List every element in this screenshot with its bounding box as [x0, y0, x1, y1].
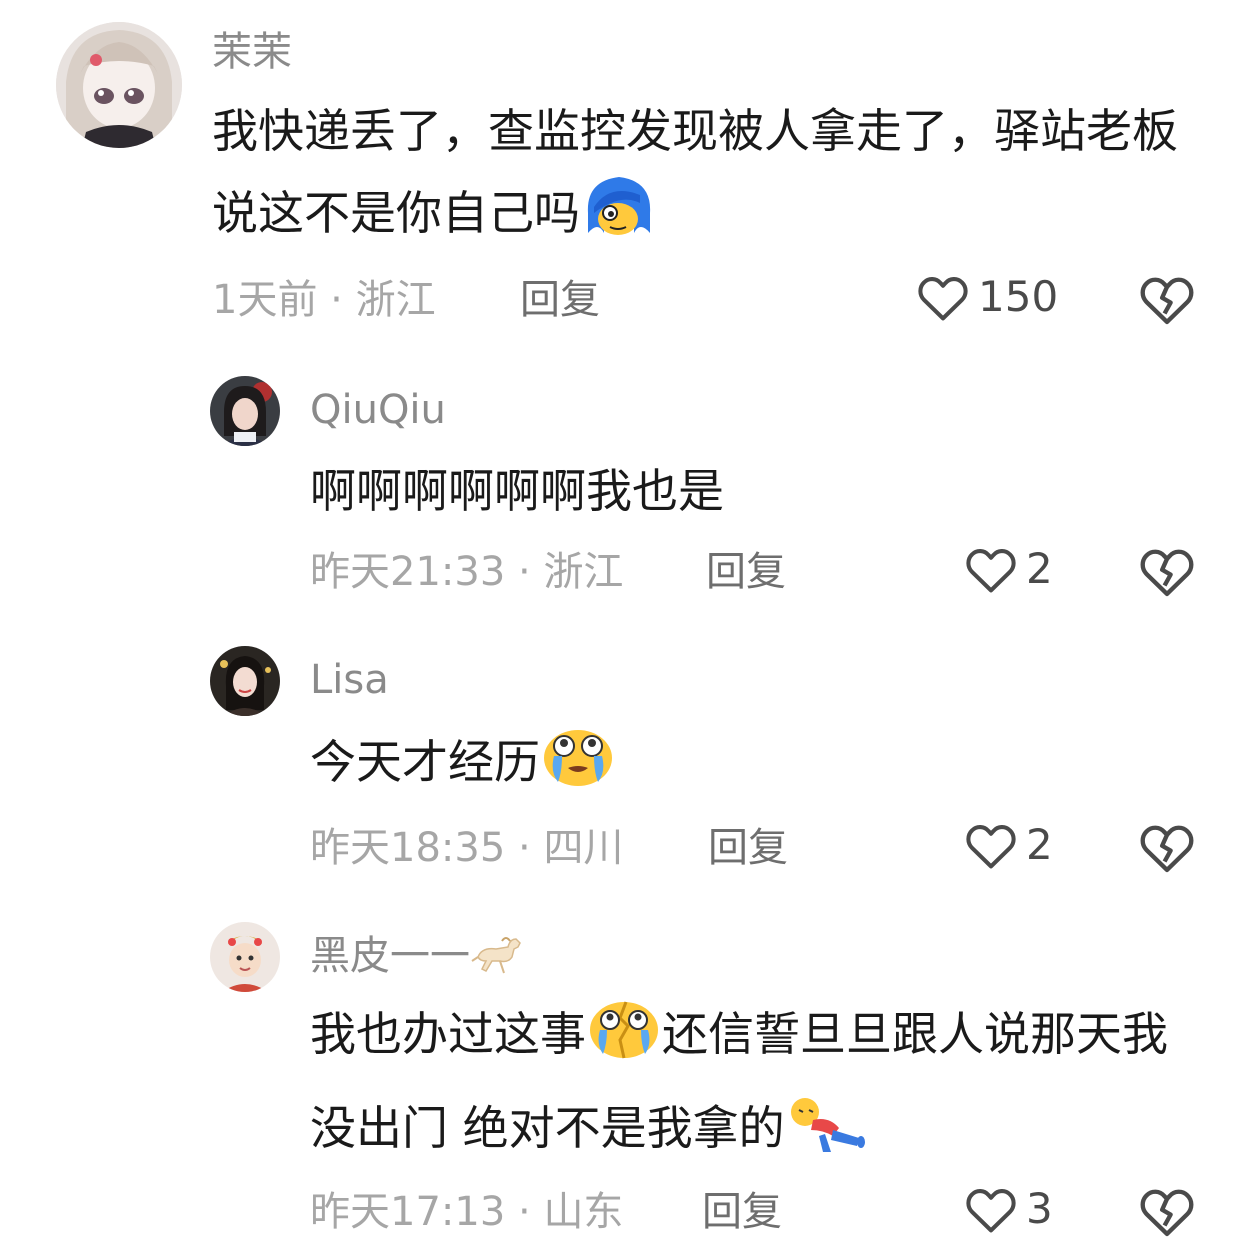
broken-heart-icon: [1140, 549, 1194, 597]
like-count: 2: [1026, 544, 1053, 593]
comment-location: 浙江: [543, 549, 624, 595]
comment-meta: 1天前 · 浙江: [212, 276, 436, 324]
reply-button[interactable]: 回复: [702, 1188, 782, 1236]
broken-heart-icon: [1140, 825, 1194, 873]
reply-button[interactable]: 回复: [520, 276, 600, 324]
reply-comment-item: Lisa 今天才经历 昨天18:35 · 四川 回复 2: [0, 630, 1260, 900]
broken-heart-icon: [1140, 1189, 1194, 1237]
avatar[interactable]: [210, 646, 280, 716]
heart-outline-icon: [966, 825, 1016, 869]
dislike-button[interactable]: [1138, 1182, 1196, 1244]
heart-outline-icon: [918, 277, 968, 321]
comment-location: 山东: [543, 1189, 624, 1235]
comment-location: 浙江: [355, 277, 436, 323]
comment-text: 啊啊啊啊啊啊我也是: [310, 464, 724, 518]
comment-time: 昨天21:33: [310, 549, 506, 595]
comment-text-content: 今天才经历: [310, 735, 540, 789]
blue-hair-peek-emoji-icon: [580, 173, 658, 266]
heart-outline-icon: [966, 1189, 1016, 1233]
comment-text: 今天才经历: [310, 720, 1190, 815]
broken-crying-face-emoji-icon: [586, 992, 662, 1087]
comment-meta: 昨天18:35 · 四川: [310, 824, 623, 872]
comment-time: 昨天17:13: [310, 1189, 506, 1235]
lying-down-emoji-icon: [785, 1090, 865, 1181]
comment-username[interactable]: 黑皮一一: [310, 932, 526, 988]
reply-comment-item: QiuQiu 啊啊啊啊啊啊我也是 昨天21:33 · 浙江 回复 2: [0, 360, 1260, 620]
broken-heart-icon: [1140, 277, 1194, 325]
like-count: 150: [978, 272, 1059, 321]
like-button[interactable]: 2: [964, 544, 1053, 594]
like-count: 3: [1026, 1184, 1053, 1233]
dislike-button[interactable]: [1138, 270, 1196, 332]
comment-text-part1: 我也办过这事: [310, 1007, 586, 1061]
comment-location: 四川: [543, 825, 624, 871]
meta-separator: ·: [505, 1189, 544, 1235]
like-button[interactable]: 150: [916, 272, 1058, 322]
comment-time: 1天前: [212, 277, 318, 323]
comment-text: 我也办过这事 还信誓旦旦跟人说那天我没出门 绝对不是我拿的: [310, 992, 1200, 1181]
comment-username[interactable]: QiuQiu: [310, 386, 446, 434]
running-horse-emoji-icon: [470, 933, 526, 988]
meta-separator: ·: [505, 825, 544, 871]
comment-time: 昨天18:35: [310, 825, 506, 871]
meta-separator: ·: [505, 549, 544, 595]
reply-button[interactable]: 回复: [706, 548, 786, 596]
comment-text: 我快递丢了，查监控发现被人拿走了，驿站老板说这不是你自己吗: [212, 90, 1202, 266]
comment-text-content: 我快递丢了，查监控发现被人拿走了，驿站老板说这不是你自己吗: [212, 104, 1178, 240]
comment-username[interactable]: Lisa: [310, 656, 389, 704]
username-text: 黑皮一一: [310, 933, 470, 979]
meta-separator: ·: [317, 277, 356, 323]
comment-username[interactable]: 茉茉: [212, 28, 292, 76]
comment-item: 茉茉 我快递丢了，查监控发现被人拿走了，驿站老板说这不是你自己吗 1天前 · 浙…: [0, 0, 1260, 340]
heart-outline-icon: [966, 549, 1016, 593]
like-button[interactable]: 2: [964, 820, 1053, 870]
comment-meta: 昨天21:33 · 浙江: [310, 548, 623, 596]
comment-meta: 昨天17:13 · 山东: [310, 1188, 623, 1236]
like-button[interactable]: 3: [964, 1184, 1053, 1234]
avatar[interactable]: [210, 922, 280, 992]
crying-face-emoji-icon: [540, 720, 616, 815]
avatar[interactable]: [56, 22, 182, 148]
dislike-button[interactable]: [1138, 542, 1196, 604]
reply-comment-item: 黑皮一一 我也办过这事 还信誓旦旦跟人说那天我没出门 绝对不是我拿的 昨天17:: [0, 906, 1260, 1252]
like-count: 2: [1026, 820, 1053, 869]
reply-button[interactable]: 回复: [708, 824, 788, 872]
avatar[interactable]: [210, 376, 280, 446]
dislike-button[interactable]: [1138, 818, 1196, 880]
